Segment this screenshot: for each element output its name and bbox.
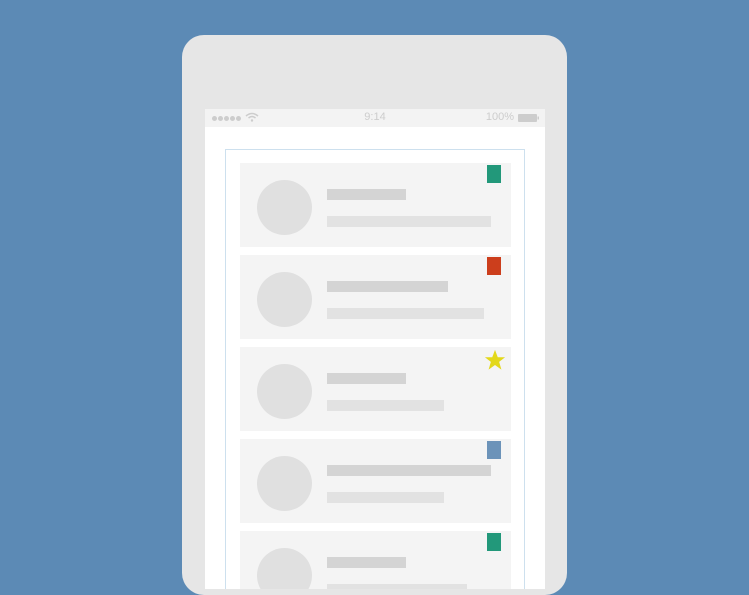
list-item[interactable] [240, 255, 511, 339]
red-flag-icon[interactable] [487, 257, 501, 275]
blue-flag-icon[interactable] [487, 441, 501, 459]
status-bar: 9:14 100% [205, 109, 545, 127]
battery-percent: 100% [485, 111, 514, 123]
list [240, 163, 511, 589]
title-placeholder [327, 189, 406, 200]
title-placeholder [327, 373, 406, 384]
phone-frame: 9:14 100% [182, 35, 567, 595]
avatar [257, 364, 312, 419]
list-item[interactable] [240, 163, 511, 247]
green-flag-icon[interactable] [487, 165, 501, 183]
avatar [257, 548, 312, 589]
title-placeholder [327, 281, 448, 292]
subtitle-placeholder [327, 308, 484, 319]
star-icon[interactable] [484, 349, 506, 371]
battery-icon [518, 114, 539, 122]
green-flag-icon[interactable] [487, 533, 501, 551]
subtitle-placeholder [327, 216, 491, 227]
avatar [257, 180, 312, 235]
avatar [257, 456, 312, 511]
list-item[interactable] [240, 347, 511, 431]
title-placeholder [327, 557, 406, 568]
subtitle-placeholder [327, 400, 444, 411]
subtitle-placeholder [327, 584, 467, 589]
list-container [225, 149, 525, 589]
list-item[interactable] [240, 531, 511, 589]
title-placeholder [327, 465, 491, 476]
list-item[interactable] [240, 439, 511, 523]
avatar [257, 272, 312, 327]
subtitle-placeholder [327, 492, 444, 503]
phone-screen: 9:14 100% [205, 109, 545, 589]
